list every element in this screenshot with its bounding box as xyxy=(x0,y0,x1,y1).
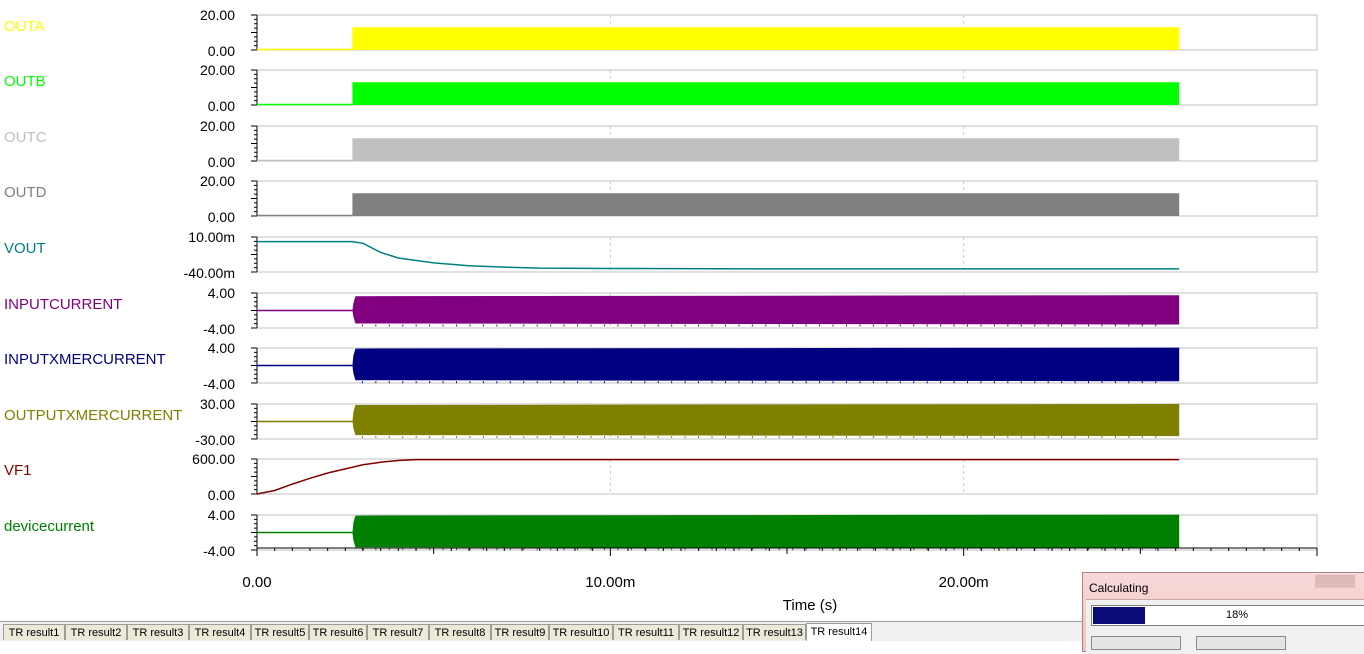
y-tick-label-top: 10.00m xyxy=(188,229,235,245)
progress-bar: 18% xyxy=(1091,605,1364,626)
tab-tr-result7[interactable]: TR result7 xyxy=(367,624,429,640)
y-tick-label-top: 4.00 xyxy=(208,507,235,523)
y-tick-label-top: 20.00 xyxy=(200,173,235,189)
dialog-title: Calculating xyxy=(1089,581,1149,595)
y-tick-label-bottom: -4.00 xyxy=(203,321,235,337)
tab-tr-result8[interactable]: TR result8 xyxy=(429,624,491,640)
y-tick-label-bottom: -30.00 xyxy=(195,432,235,448)
y-tick-label-bottom: -4.00 xyxy=(203,376,235,392)
series-band-outa xyxy=(352,27,1180,50)
tab-tr-result6[interactable]: TR result6 xyxy=(309,624,367,640)
series-label: OUTA xyxy=(4,18,45,35)
progress-percent: 18% xyxy=(1225,609,1249,621)
tab-tr-result12[interactable]: TR result12 xyxy=(679,624,743,640)
y-tick-label-top: 20.00 xyxy=(200,118,235,134)
tab-tr-result13[interactable]: TR result13 xyxy=(743,624,806,640)
tab-tr-result4[interactable]: TR result4 xyxy=(189,624,251,640)
series-label: VOUT xyxy=(4,240,46,257)
tab-tr-result5[interactable]: TR result5 xyxy=(251,624,309,640)
waveform-plots: 20.00 0.00 OUTA 20.00 0.00 OUTB 20.00 0.00 OUTC 2… xyxy=(4,7,1318,614)
series-label: OUTPUTXMERCURRENT xyxy=(4,407,182,424)
tab-tr-result10[interactable]: TR result10 xyxy=(549,624,613,640)
y-tick-label-bottom: -40.00m xyxy=(184,265,235,281)
tab-tr-result11[interactable]: TR result11 xyxy=(613,624,679,640)
tab-tr-result3[interactable]: TR result3 xyxy=(127,624,189,640)
calculating-dialog: ▓▓▓▓▓ Calculating 18% xyxy=(1082,572,1364,654)
y-tick-label-top: 4.00 xyxy=(208,340,235,356)
y-tick-label-bottom: 0.00 xyxy=(208,487,235,503)
series-label: INPUTCURRENT xyxy=(4,296,122,313)
dialog-button-left[interactable] xyxy=(1091,636,1181,650)
plot-frame xyxy=(256,236,1318,273)
series-band-outb xyxy=(352,82,1180,105)
series-label: VF1 xyxy=(4,462,32,479)
y-tick-label-bottom: 0.00 xyxy=(208,154,235,170)
series-label: OUTB xyxy=(4,73,46,90)
plot-frame xyxy=(256,458,1318,495)
series-band-outd xyxy=(352,193,1180,216)
series-label: INPUTXMERCURRENT xyxy=(4,351,166,368)
dialog-body: 18% xyxy=(1086,599,1364,654)
x-axis-title: Time (s) xyxy=(783,597,837,614)
x-tick-label: 0.00 xyxy=(242,574,271,591)
y-tick-label-top: 20.00 xyxy=(200,7,235,23)
y-tick-label-top: 30.00 xyxy=(200,396,235,412)
plot-panel-vf1 xyxy=(251,458,1318,495)
y-tick-label-bottom: 0.00 xyxy=(208,209,235,225)
series-band-inputcurrent xyxy=(352,295,1180,325)
x-tick-label: 20.00m xyxy=(939,574,989,591)
y-tick-label-bottom: -4.00 xyxy=(203,543,235,559)
series-band-outputxmercurrent xyxy=(352,404,1180,437)
series-label: OUTD xyxy=(4,184,47,201)
series-label: devicecurrent xyxy=(4,518,95,535)
y-tick-label-top: 600.00 xyxy=(192,451,235,467)
tab-tr-result1[interactable]: TR result1 xyxy=(3,624,65,640)
x-tick-label: 10.00m xyxy=(585,574,635,591)
series-band-outc xyxy=(352,138,1180,161)
plot-panel-vout xyxy=(251,236,1318,273)
dialog-button-right[interactable] xyxy=(1196,636,1286,650)
y-tick-label-top: 20.00 xyxy=(200,62,235,78)
series-band-devicecurrent xyxy=(352,514,1180,549)
y-tick-label-top: 4.00 xyxy=(208,285,235,301)
tab-tr-result14[interactable]: TR result14 xyxy=(806,623,872,641)
series-label: OUTC xyxy=(4,129,47,146)
tab-tr-result2[interactable]: TR result2 xyxy=(65,624,127,640)
tab-tr-result9[interactable]: TR result9 xyxy=(491,624,549,640)
series-band-inputxmercurrent xyxy=(352,347,1180,382)
dialog-background-text: ▓▓▓▓▓ xyxy=(1315,575,1356,587)
y-tick-label-bottom: 0.00 xyxy=(208,43,235,59)
y-tick-label-bottom: 0.00 xyxy=(208,98,235,114)
